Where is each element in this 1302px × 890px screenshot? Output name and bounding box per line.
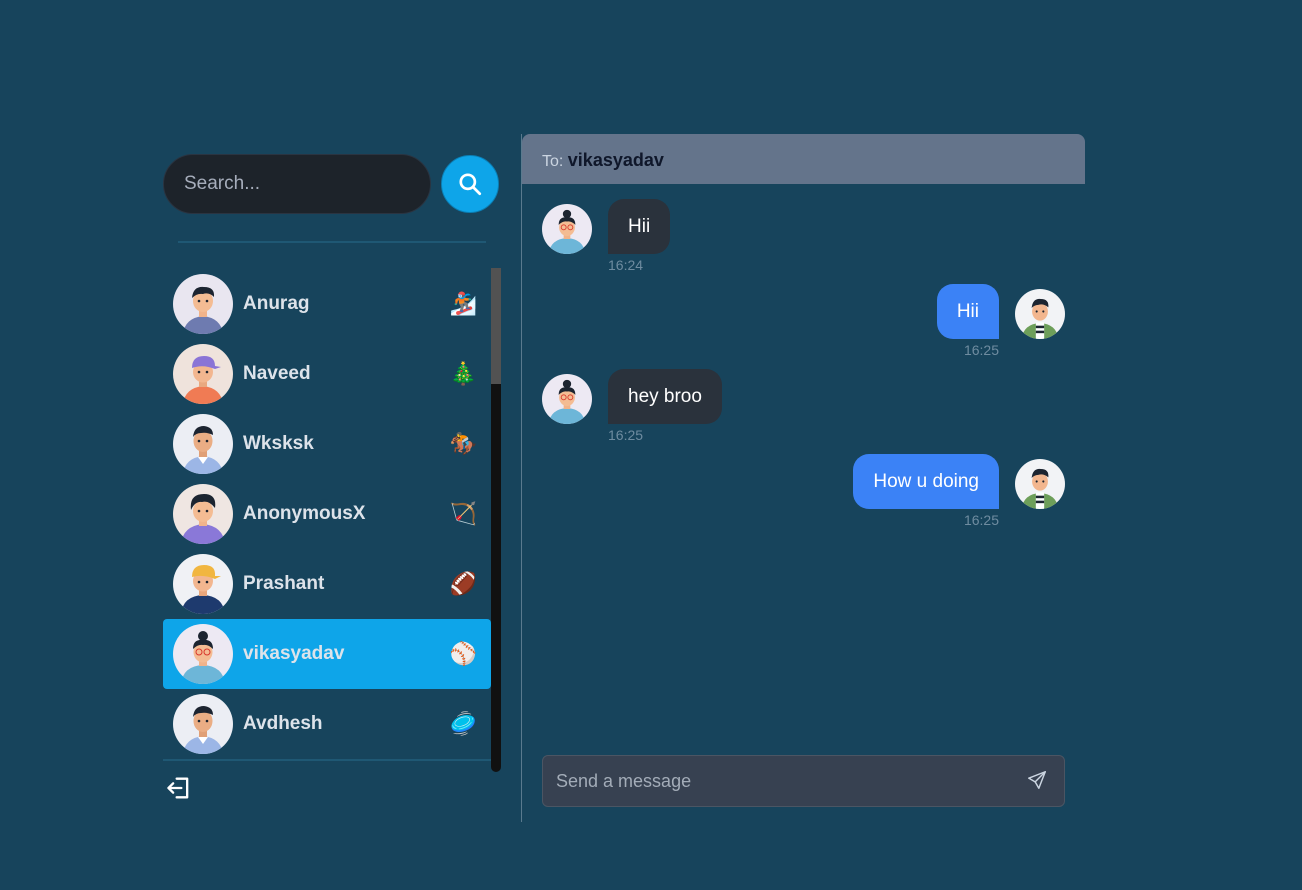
- flying-disc-icon: 🥏: [449, 711, 477, 736]
- search-input[interactable]: [163, 154, 431, 214]
- message-bubble: How u doing: [853, 454, 999, 509]
- avatar: [173, 414, 233, 474]
- contact-item-naveed[interactable]: Naveed 🎄: [163, 339, 491, 409]
- avatar: [542, 204, 592, 254]
- contact-name: Naveed: [243, 363, 311, 384]
- sidebar-divider: [178, 241, 486, 243]
- bow-and-arrow-icon: 🏹: [449, 501, 477, 526]
- contact-name: Avdhesh: [243, 713, 323, 734]
- avatar: [173, 694, 233, 754]
- message-bubble: Hii: [936, 284, 999, 339]
- message-composer: [542, 755, 1065, 807]
- send-icon: [1028, 771, 1046, 789]
- contact-item-wksksk[interactable]: Wksksk 🏇: [163, 409, 491, 479]
- snowboarder-icon: 🏂: [449, 291, 477, 316]
- contact-name: Anurag: [243, 293, 310, 314]
- avatar: [173, 484, 233, 544]
- search-button[interactable]: [441, 155, 499, 213]
- avatar: [1015, 289, 1065, 339]
- search-icon: [459, 173, 482, 196]
- christmas-tree-icon: 🎄: [449, 361, 477, 386]
- search-row: [163, 154, 503, 214]
- message-bubble: Hii: [608, 199, 671, 254]
- message-input[interactable]: [543, 756, 1013, 806]
- avatar: [173, 274, 233, 334]
- message-time: 16:25: [963, 342, 999, 358]
- avatar: [542, 374, 592, 424]
- chat-header: To: vikasyadav: [522, 134, 1085, 184]
- contact-item-anonymousx[interactable]: AnonymousX 🏹: [163, 479, 491, 549]
- recipient-name: vikasyadav: [567, 150, 664, 170]
- contact-name: AnonymousX: [243, 503, 366, 524]
- avatar: [173, 344, 233, 404]
- avatar: [173, 624, 233, 684]
- contact-item-avdhesh[interactable]: Avdhesh 🥏: [163, 689, 491, 759]
- sidebar: Anurag 🏂 Naveed 🎄: [163, 154, 503, 804]
- football-icon: 🏈: [449, 571, 477, 596]
- avatar: [173, 554, 233, 614]
- contact-item-anurag[interactable]: Anurag 🏂: [163, 269, 491, 339]
- avatar: [1015, 459, 1065, 509]
- contact-item-prashant[interactable]: Prashant 🏈: [163, 549, 491, 619]
- contact-list: Anurag 🏂 Naveed 🎄 Wksksk 🏇 AnonymousX 🏹 …: [163, 269, 503, 759]
- panel-divider: [521, 134, 522, 822]
- message-bubble: hey broo: [608, 369, 722, 424]
- contact-name: Prashant: [243, 573, 325, 594]
- to-label: To:: [542, 153, 564, 170]
- contact-item-vikasyadav[interactable]: vikasyadav ⚾: [163, 619, 491, 689]
- message-time: 16:25: [608, 427, 644, 443]
- message-time: 16:25: [963, 512, 999, 528]
- send-button[interactable]: [1026, 769, 1050, 793]
- contact-name: vikasyadav: [243, 643, 345, 664]
- logout-button[interactable]: [165, 774, 193, 802]
- message-time: 16:24: [608, 257, 644, 273]
- scrollbar-thumb[interactable]: [491, 268, 501, 384]
- contact-name: Wksksk: [243, 433, 314, 454]
- horse-racing-icon: 🏇: [449, 431, 477, 456]
- logout-icon: [167, 777, 189, 799]
- sidebar-divider: [163, 759, 491, 761]
- baseball-icon: ⚾: [449, 641, 477, 666]
